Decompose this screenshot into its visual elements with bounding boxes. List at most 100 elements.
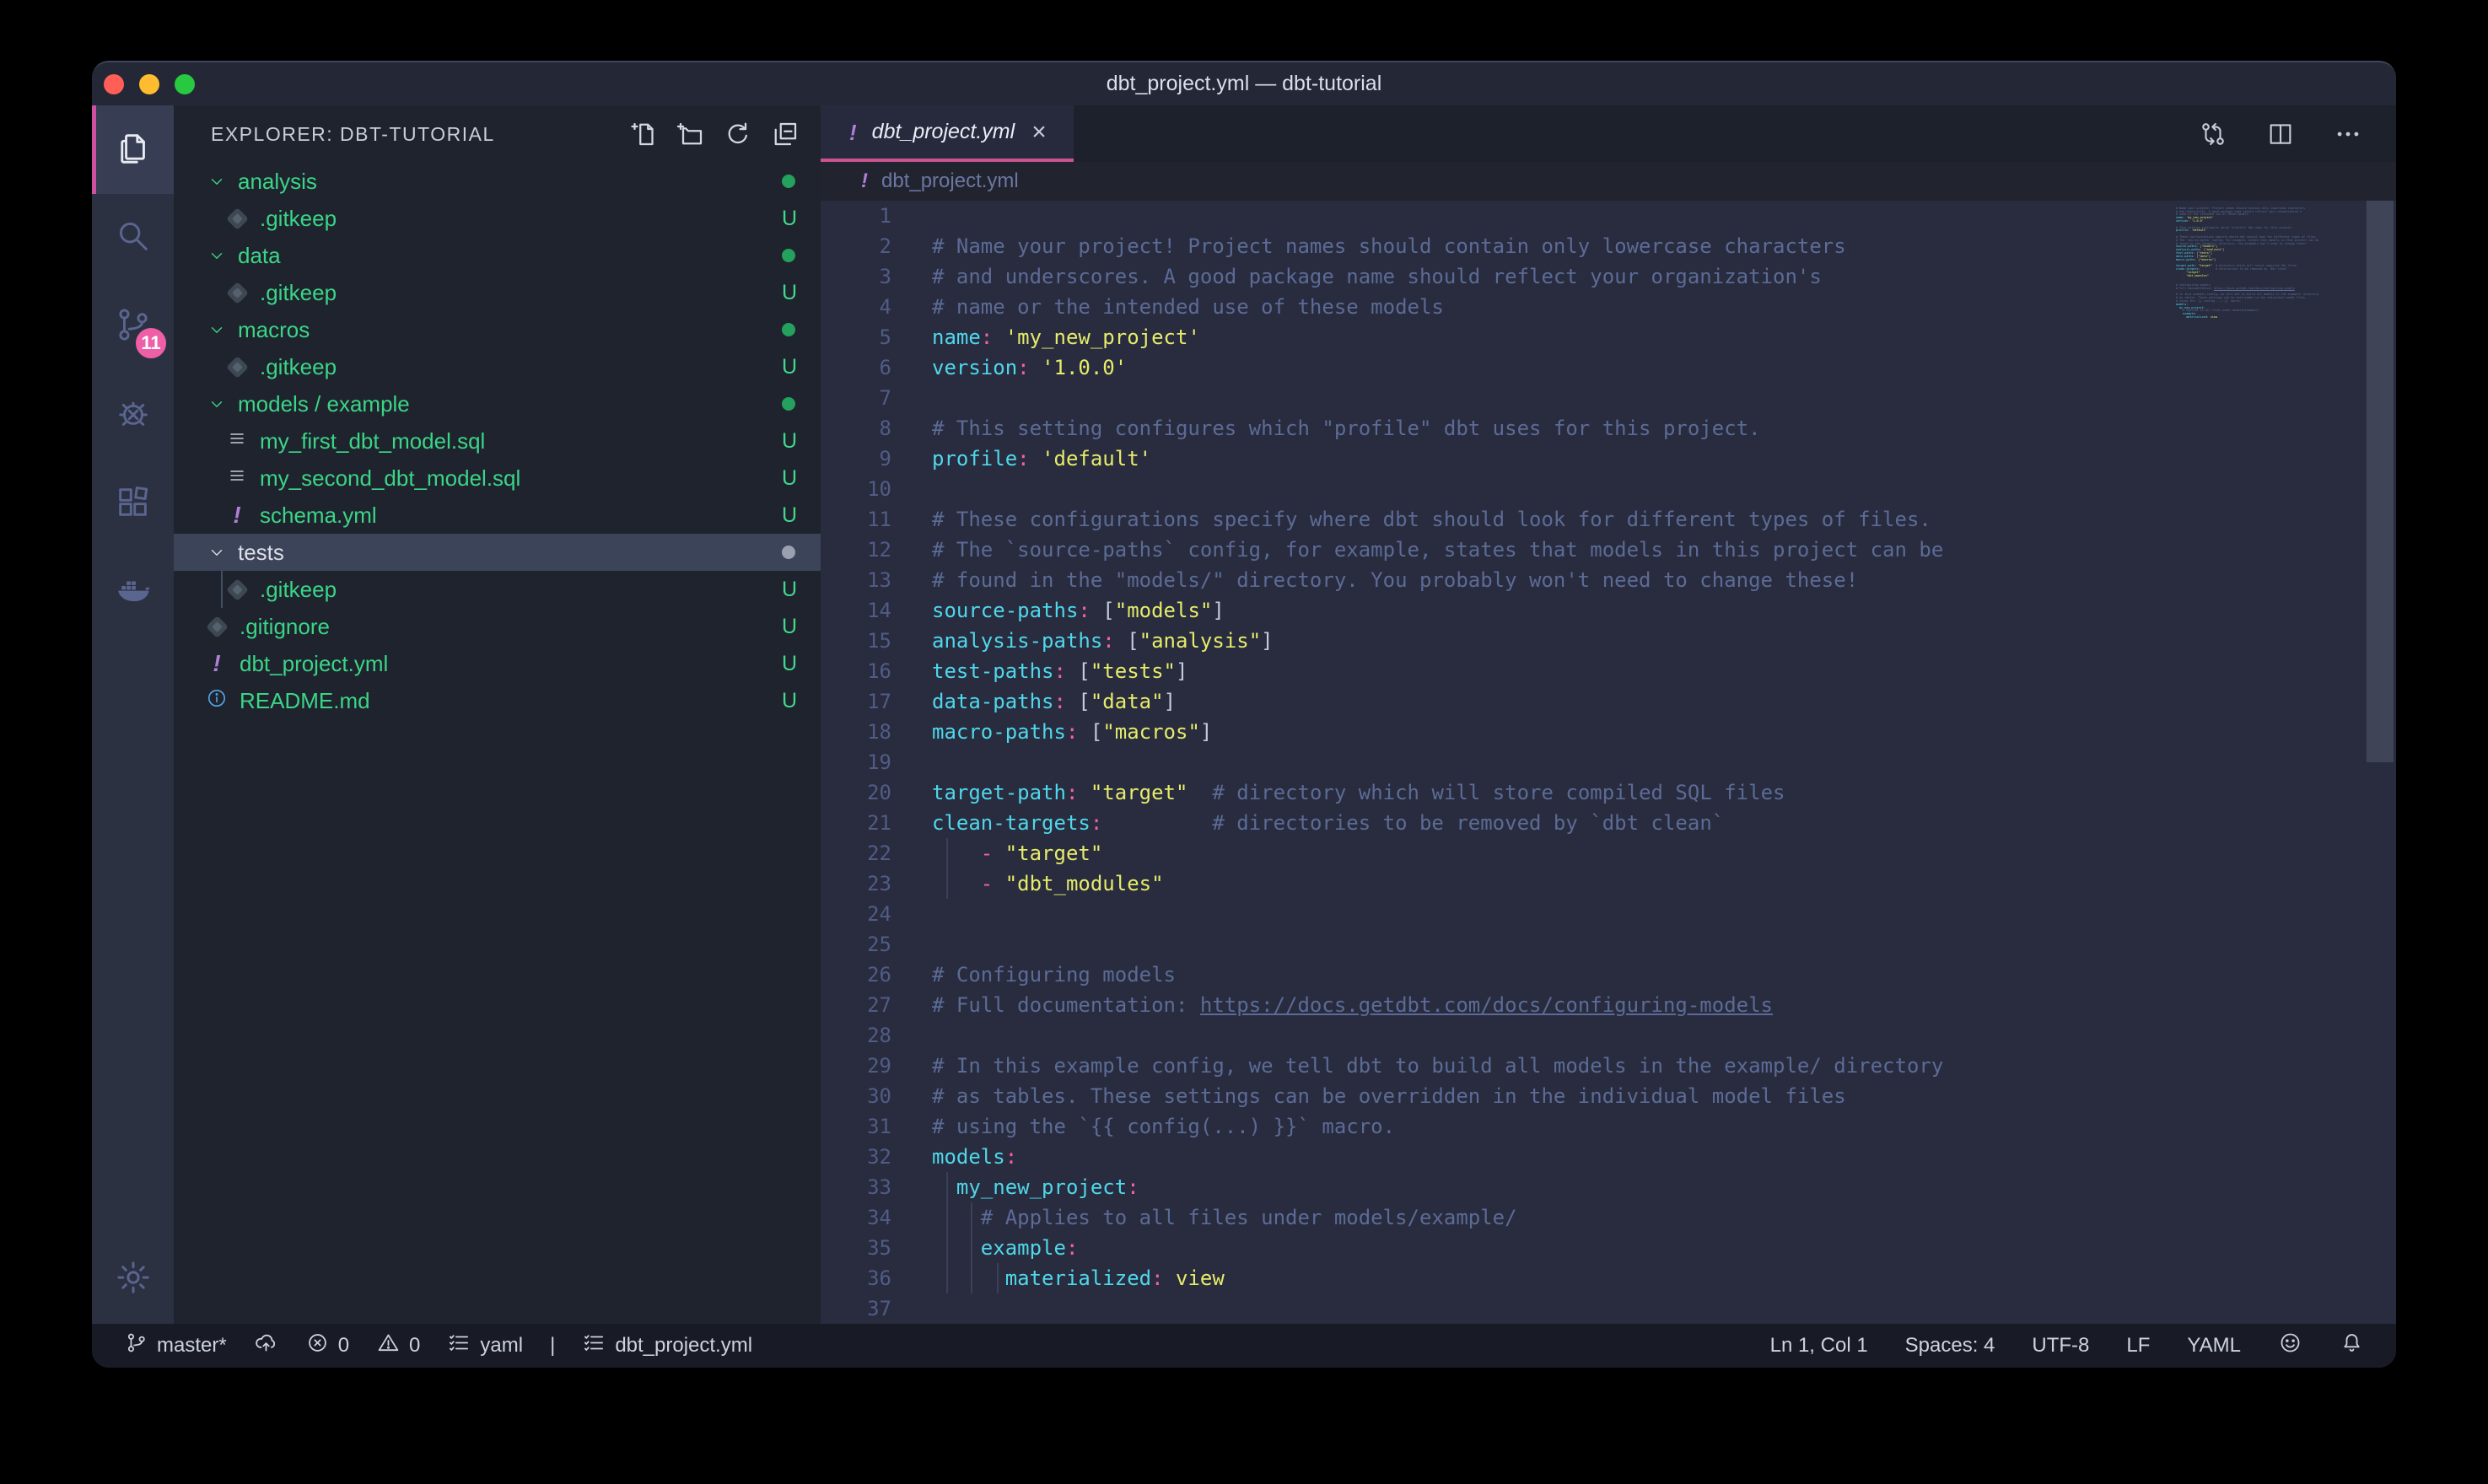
zoom-window-button[interactable]	[175, 74, 195, 94]
code-line[interactable]: 27# Full documentation: https://docs.get…	[821, 990, 2396, 1020]
collapse-all-icon[interactable]	[770, 119, 800, 149]
activity-extensions-icon[interactable]	[92, 460, 174, 548]
git-icon	[226, 356, 248, 378]
status-item-git-branch-icon[interactable]: master*	[124, 1331, 227, 1361]
status-item[interactable]: Ln 1, Col 1	[1770, 1334, 1868, 1358]
status-item-warning-triangle-icon[interactable]: 0	[376, 1331, 420, 1361]
title-bar[interactable]: dbt_project.yml — dbt-tutorial	[92, 62, 2396, 105]
git-status-dot	[782, 249, 795, 262]
tree-item-gitkeep[interactable]: .gitkeepU	[174, 571, 821, 608]
status-item[interactable]: LF	[2126, 1334, 2150, 1358]
code-line[interactable]: 25	[821, 929, 2396, 960]
minimap[interactable]: # Name your project! Project names shoul…	[2176, 204, 2357, 322]
compare-changes-icon[interactable]	[2199, 120, 2227, 148]
code-line[interactable]: 2# Name your project! Project names shou…	[821, 231, 2396, 261]
code-line[interactable]: 30# as tables. These settings can be ove…	[821, 1081, 2396, 1111]
status-item-checklist-icon[interactable]: yaml	[447, 1331, 523, 1361]
split-editor-icon[interactable]	[2266, 120, 2295, 148]
tree-item-data[interactable]: data	[174, 237, 821, 274]
new-file-icon[interactable]	[628, 119, 659, 149]
status-item[interactable]: UTF-8	[2032, 1334, 2089, 1358]
code-line[interactable]: 14source-paths: ["models"]	[821, 595, 2396, 626]
tree-item-models-example[interactable]: models / example	[174, 385, 821, 422]
code-editor[interactable]: 12# Name your project! Project names sho…	[821, 201, 2396, 1324]
status-item-bell-icon[interactable]	[2340, 1331, 2364, 1361]
code-line[interactable]: 6version: '1.0.0'	[821, 352, 2396, 383]
code-line[interactable]: 8# This setting configures which "profil…	[821, 413, 2396, 444]
code-line[interactable]: 36 materialized: view	[821, 1263, 2396, 1293]
tree-item-readme-md[interactable]: README.mdU	[174, 682, 821, 719]
close-tab-icon[interactable]: ×	[1031, 120, 1047, 145]
tree-item-my-second-dbt-model-sql[interactable]: my_second_dbt_model.sqlU	[174, 460, 821, 497]
tree-item-schema-yml[interactable]: !schema.ymlU	[174, 497, 821, 534]
activity-docker-icon[interactable]	[92, 548, 174, 637]
status-item[interactable]: YAML	[2187, 1334, 2241, 1358]
tree-item-gitkeep[interactable]: .gitkeepU	[174, 348, 821, 385]
code-line[interactable]: 10	[821, 474, 2396, 504]
activity-gear-icon[interactable]	[92, 1235, 174, 1324]
code-line[interactable]: 32models:	[821, 1142, 2396, 1172]
code-line[interactable]: 29# In this example config, we tell dbt …	[821, 1051, 2396, 1081]
code-line[interactable]: 5name: 'my_new_project'	[821, 322, 2396, 352]
code-line[interactable]: 33 my_new_project:	[821, 1172, 2396, 1202]
activity-debug-icon[interactable]	[92, 371, 174, 460]
status-item-checklist-icon[interactable]: dbt_project.yml	[582, 1331, 752, 1361]
code-line[interactable]: 15analysis-paths: ["analysis"]	[821, 626, 2396, 656]
code-line[interactable]: 13# found in the "models/" directory. Yo…	[821, 565, 2396, 595]
activity-source-control-icon[interactable]: 11	[92, 282, 174, 371]
tree-item-analysis[interactable]: analysis	[174, 163, 821, 200]
code-line[interactable]: 21clean-targets: # directories to be rem…	[821, 808, 2396, 838]
tree-item-gitkeep[interactable]: .gitkeepU	[174, 200, 821, 237]
close-window-button[interactable]	[104, 74, 124, 94]
status-item-cloud-upload-icon[interactable]	[254, 1331, 278, 1361]
status-item-error-icon[interactable]: 0	[305, 1331, 349, 1361]
code-line[interactable]: 7	[821, 383, 2396, 413]
new-folder-icon[interactable]	[676, 119, 706, 149]
vertical-scrollbar[interactable]	[2367, 201, 2394, 762]
code-line[interactable]: 31# using the `{{ config(...) }}` macro.	[821, 1111, 2396, 1142]
code-line[interactable]: 19	[821, 747, 2396, 777]
refresh-icon[interactable]	[723, 119, 753, 149]
status-bar-left: master* 00 yaml | dbt_project.yml	[124, 1331, 752, 1361]
tree-item-dbt-project-yml[interactable]: !dbt_project.ymlU	[174, 645, 821, 682]
code-line[interactable]: 11# These configurations specify where d…	[821, 504, 2396, 535]
code-line[interactable]: 9profile: 'default'	[821, 444, 2396, 474]
activity-search-icon[interactable]	[92, 194, 174, 282]
code-line[interactable]: 23 - "dbt_modules"	[821, 868, 2396, 899]
tree-item-tests[interactable]: tests	[174, 534, 821, 571]
code-line[interactable]: 22 - "target"	[821, 838, 2396, 868]
more-actions-icon[interactable]	[2334, 120, 2362, 148]
activity-files-icon[interactable]	[92, 105, 174, 194]
code-line[interactable]: 4# name or the intended use of these mod…	[821, 292, 2396, 322]
indent-guide	[946, 1202, 948, 1233]
status-bar: master* 00 yaml | dbt_project.yml Ln 1, Col …	[92, 1324, 2396, 1368]
status-label: Spaces: 4	[1905, 1334, 1995, 1358]
code-line[interactable]: 17data-paths: ["data"]	[821, 686, 2396, 717]
code-line[interactable]: 3# and underscores. A good package name …	[821, 261, 2396, 292]
code-line[interactable]: 1	[821, 201, 2396, 231]
code-line[interactable]: 34 # Applies to all files under models/e…	[821, 1202, 2396, 1233]
line-number: 8	[821, 413, 891, 444]
status-label: |	[550, 1334, 555, 1358]
code-line[interactable]: 16test-paths: ["tests"]	[821, 656, 2396, 686]
tree-item-gitignore[interactable]: .gitignoreU	[174, 608, 821, 645]
code-line[interactable]: 12# The `source-paths` config, for examp…	[821, 535, 2396, 565]
tree-item-macros[interactable]: macros	[174, 311, 821, 348]
tree-item-gitkeep[interactable]: .gitkeepU	[174, 274, 821, 311]
code-line[interactable]: 20target-path: "target" # directory whic…	[821, 777, 2396, 808]
git-icon	[226, 207, 248, 229]
status-item[interactable]: Spaces: 4	[1905, 1334, 1995, 1358]
breadcrumb[interactable]: ! dbt_project.yml	[821, 162, 2396, 201]
code-line[interactable]: 35 example:	[821, 1233, 2396, 1263]
code-line[interactable]: 24	[821, 899, 2396, 929]
code-line[interactable]: 26# Configuring models	[821, 960, 2396, 990]
code-line[interactable]: 18macro-paths: ["macros"]	[821, 717, 2396, 747]
status-item-feedback-smiley-icon[interactable]	[2278, 1331, 2302, 1361]
code-line[interactable]: 28	[821, 1020, 2396, 1051]
minimize-window-button[interactable]	[139, 74, 159, 94]
tree-item-my-first-dbt-model-sql[interactable]: my_first_dbt_model.sqlU	[174, 422, 821, 460]
tab-dbt-project-yml[interactable]: ! dbt_project.yml ×	[821, 105, 1074, 162]
tab-label: dbt_project.yml	[872, 120, 1015, 144]
code-line[interactable]: 37	[821, 1293, 2396, 1324]
line-number: 29	[821, 1051, 891, 1081]
